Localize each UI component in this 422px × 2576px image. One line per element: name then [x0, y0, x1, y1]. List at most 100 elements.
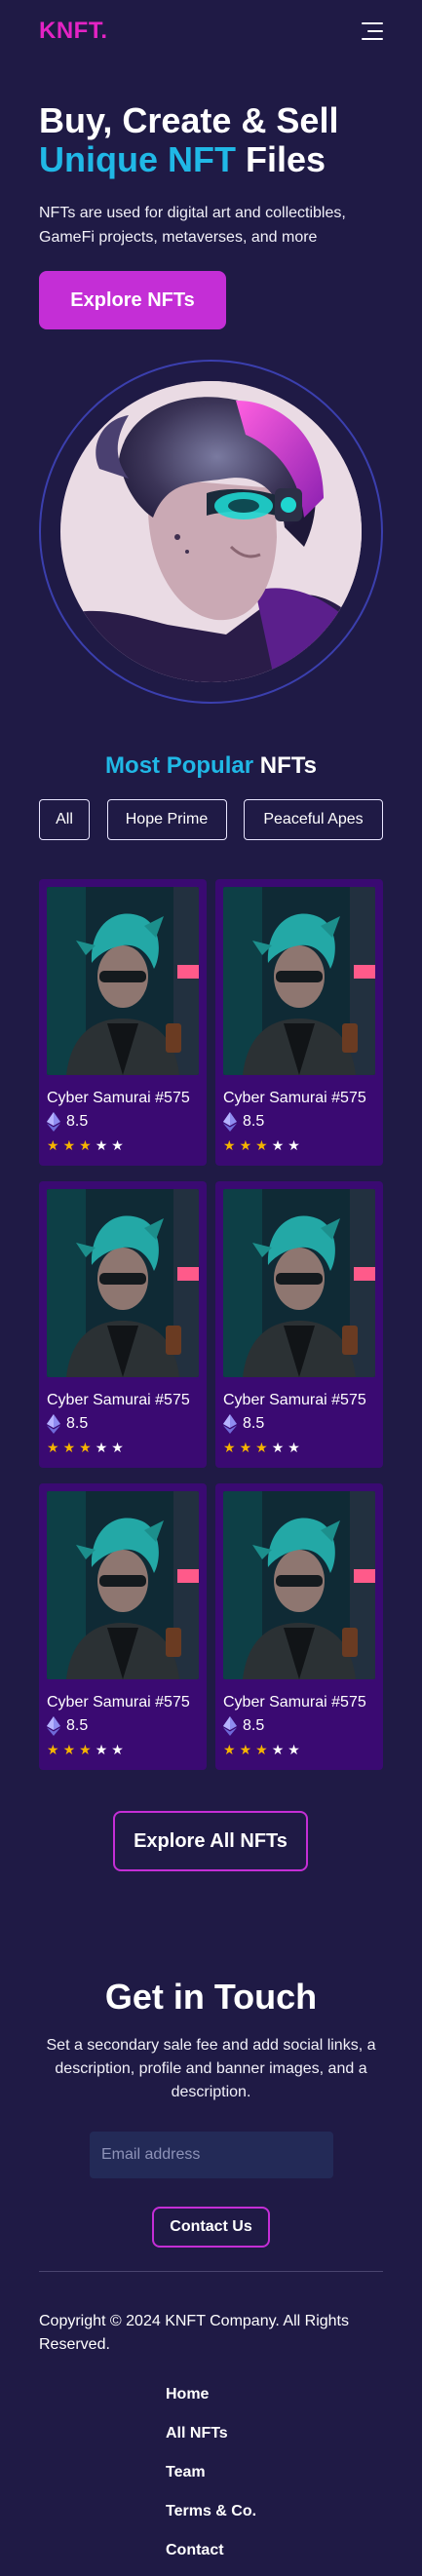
footer-link-terms[interactable]: Terms & Co.	[166, 2492, 256, 2531]
nft-image[interactable]	[47, 1491, 199, 1679]
footer-nav: Home All NFTs Team Terms & Co. Contact	[166, 2375, 256, 2570]
footer-link-team[interactable]: Team	[166, 2453, 256, 2492]
logo[interactable]: KNFT.	[39, 18, 108, 45]
nft-rating: ★ ★ ★ ★ ★	[223, 1137, 375, 1154]
star-icon: ★	[271, 1742, 285, 1757]
nft-image[interactable]	[223, 1189, 375, 1377]
nft-card[interactable]: Cyber Samurai #575 8.5 ★ ★ ★ ★ ★	[39, 1483, 207, 1770]
star-icon: ★	[62, 1440, 76, 1455]
ethereum-icon	[47, 1112, 60, 1132]
filter-all[interactable]: All	[39, 799, 90, 840]
popular-section-title: Most Popular NFTs	[0, 752, 422, 780]
nft-title: Cyber Samurai #575	[47, 1392, 190, 1408]
email-input[interactable]	[90, 2132, 333, 2178]
hamburger-menu-icon[interactable]	[362, 22, 383, 40]
filter-hope-prime[interactable]: Hope Prime	[106, 799, 227, 840]
footer-divider	[39, 2271, 383, 2272]
nft-card[interactable]: Cyber Samurai #575 8.5 ★ ★ ★ ★ ★	[39, 1181, 207, 1468]
star-icon: ★	[47, 1137, 59, 1153]
star-icon: ★	[111, 1742, 124, 1757]
hero-title-line1: Buy, Create & Sell	[39, 100, 339, 140]
star-icon: ★	[95, 1440, 108, 1455]
nft-grid: Cyber Samurai #575 8.5 ★ ★ ★ ★ ★ Cyber Samurai …	[39, 879, 383, 1770]
nft-card[interactable]: Cyber Samurai #575 8.5 ★ ★ ★ ★ ★	[215, 1181, 383, 1468]
nft-price: 8.5	[243, 1113, 265, 1130]
hero-title: Buy, Create & Sell Unique NFT Files	[39, 101, 383, 179]
copyright-text: Copyright © 2024 KNFT Company. All Right…	[39, 2313, 349, 2353]
nft-price: 8.5	[243, 1717, 265, 1734]
nft-price: 8.5	[243, 1415, 265, 1432]
ethereum-icon	[47, 1414, 60, 1434]
nft-price-row: 8.5	[47, 1414, 199, 1434]
star-icon: ★	[111, 1137, 124, 1153]
star-icon: ★	[111, 1440, 124, 1455]
star-icon: ★	[95, 1742, 108, 1757]
footer-link-contact[interactable]: Contact	[166, 2531, 256, 2570]
star-icon: ★	[47, 1742, 59, 1757]
cyberpunk-portrait-illustration	[60, 381, 362, 682]
hero-section: Buy, Create & Sell Unique NFT Files NFTs…	[39, 101, 383, 329]
nft-image[interactable]	[47, 887, 199, 1075]
nft-price: 8.5	[66, 1717, 89, 1734]
hero-title-rest: Files	[235, 139, 326, 179]
nft-card[interactable]: Cyber Samurai #575 8.5 ★ ★ ★ ★ ★	[215, 1483, 383, 1770]
nft-image[interactable]	[223, 887, 375, 1075]
star-icon: ★	[223, 1137, 236, 1153]
star-icon: ★	[79, 1137, 92, 1153]
nft-price: 8.5	[66, 1113, 89, 1130]
star-icon: ★	[239, 1137, 252, 1153]
nft-price-row: 8.5	[47, 1716, 199, 1736]
explore-all-nfts-button[interactable]: Explore All NFTs	[113, 1811, 308, 1871]
nft-rating: ★ ★ ★ ★ ★	[47, 1440, 199, 1456]
star-icon: ★	[255, 1742, 268, 1757]
nft-title: Cyber Samurai #575	[223, 1090, 366, 1106]
popular-title-accent: Most Popular	[105, 752, 254, 779]
cyber-samurai-artwork	[223, 1491, 375, 1679]
nft-price-row: 8.5	[223, 1112, 375, 1132]
ethereum-icon	[223, 1414, 237, 1434]
ethereum-icon	[223, 1112, 237, 1132]
contact-us-button[interactable]: Contact Us	[152, 2207, 270, 2248]
cyber-samurai-artwork	[223, 887, 375, 1075]
star-icon: ★	[79, 1440, 92, 1455]
star-icon: ★	[288, 1440, 300, 1455]
contact-title: Get in Touch	[104, 1977, 318, 2017]
star-icon: ★	[62, 1742, 76, 1757]
filter-peaceful-apes[interactable]: Peaceful Apes	[244, 799, 383, 840]
nft-rating: ★ ★ ★ ★ ★	[223, 1742, 375, 1758]
hero-description: NFTs are used for digital art and collec…	[39, 205, 346, 246]
footer-link-home[interactable]: Home	[166, 2375, 256, 2414]
site-header: KNFT.	[39, 18, 383, 45]
cyber-samurai-artwork	[47, 1491, 199, 1679]
collection-filters: All Hope Prime Peaceful Apes	[39, 799, 383, 840]
nft-title: Cyber Samurai #575	[47, 1090, 190, 1106]
star-icon: ★	[288, 1742, 300, 1757]
nft-rating: ★ ★ ★ ★ ★	[47, 1137, 199, 1154]
nft-title: Cyber Samurai #575	[47, 1694, 190, 1711]
nft-card[interactable]: Cyber Samurai #575 8.5 ★ ★ ★ ★ ★	[215, 879, 383, 1166]
cyber-samurai-artwork	[223, 1189, 375, 1377]
star-icon: ★	[255, 1137, 268, 1153]
nft-price-row: 8.5	[47, 1112, 199, 1132]
ethereum-icon	[47, 1716, 60, 1736]
hero-image	[60, 381, 362, 682]
nft-image[interactable]	[223, 1491, 375, 1679]
cyber-samurai-artwork	[47, 887, 199, 1075]
explore-nfts-button[interactable]: Explore NFTs	[39, 271, 226, 329]
nft-card[interactable]: Cyber Samurai #575 8.5 ★ ★ ★ ★ ★	[39, 879, 207, 1166]
star-icon: ★	[79, 1742, 92, 1757]
star-icon: ★	[271, 1137, 285, 1153]
popular-title-rest: NFTs	[253, 752, 317, 779]
star-icon: ★	[223, 1440, 236, 1455]
footer-link-all-nfts[interactable]: All NFTs	[166, 2414, 256, 2453]
nft-price: 8.5	[66, 1415, 89, 1432]
nft-price-row: 8.5	[223, 1414, 375, 1434]
hero-title-accent: Unique NFT	[39, 139, 236, 179]
star-icon: ★	[95, 1137, 108, 1153]
contact-description: Set a secondary sale fee and add social …	[46, 2037, 376, 2100]
star-icon: ★	[62, 1137, 76, 1153]
star-icon: ★	[47, 1440, 59, 1455]
nft-image[interactable]	[47, 1189, 199, 1377]
star-icon: ★	[223, 1742, 236, 1757]
cyber-samurai-artwork	[47, 1189, 199, 1377]
